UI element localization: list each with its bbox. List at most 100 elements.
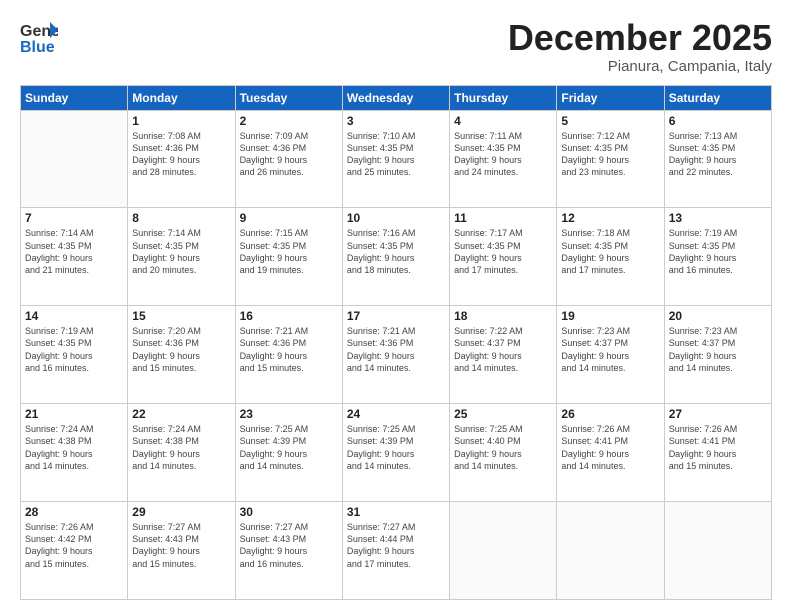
day-number: 19 [561, 309, 659, 323]
calendar-page: General Blue December 2025 Pianura, Camp… [0, 0, 792, 612]
day-number: 17 [347, 309, 445, 323]
day-number: 29 [132, 505, 230, 519]
day-number: 13 [669, 211, 767, 225]
day-info: Sunrise: 7:23 AM Sunset: 4:37 PM Dayligh… [669, 325, 767, 374]
svg-text:Blue: Blue [20, 39, 55, 56]
day-info: Sunrise: 7:10 AM Sunset: 4:35 PM Dayligh… [347, 130, 445, 179]
day-info: Sunrise: 7:25 AM Sunset: 4:39 PM Dayligh… [347, 423, 445, 472]
week-row-1: 7Sunrise: 7:14 AM Sunset: 4:35 PM Daylig… [21, 208, 772, 306]
day-info: Sunrise: 7:26 AM Sunset: 4:41 PM Dayligh… [561, 423, 659, 472]
weekday-header-tuesday: Tuesday [235, 85, 342, 110]
day-info: Sunrise: 7:20 AM Sunset: 4:36 PM Dayligh… [132, 325, 230, 374]
day-number: 28 [25, 505, 123, 519]
day-info: Sunrise: 7:14 AM Sunset: 4:35 PM Dayligh… [132, 227, 230, 276]
weekday-header-sunday: Sunday [21, 85, 128, 110]
calendar-cell: 15 Sunrise: 7:20 AM Sunset: 4:36 PM Dayli… [128, 306, 235, 404]
calendar-cell: 13 Sunrise: 7:19 AM Sunset: 4:35 PM Dayli… [664, 208, 771, 306]
day-number: 8 [132, 211, 230, 225]
day-info: Sunrise: 7:11 AM Sunset: 4:35 PM Dayligh… [454, 130, 552, 179]
calendar-cell: 19Sunrise: 7:23 AM Sunset: 4:37 PM Dayli… [557, 306, 664, 404]
calendar-cell: 25 Sunrise: 7:25 AM Sunset: 4:40 PM Dayli… [450, 404, 557, 502]
day-number: 1 [132, 114, 230, 128]
day-info: Sunrise: 7:08 AM Sunset: 4:36 PM Dayligh… [132, 130, 230, 179]
weekday-header-thursday: Thursday [450, 85, 557, 110]
day-number: 30 [240, 505, 338, 519]
day-number: 5 [561, 114, 659, 128]
day-number: 31 [347, 505, 445, 519]
day-info: Sunrise: 7:24 AM Sunset: 4:38 PM Dayligh… [132, 423, 230, 472]
calendar-cell: 5 Sunrise: 7:12 AM Sunset: 4:35 PM Daylig… [557, 110, 664, 208]
calendar-cell: 1 Sunrise: 7:08 AM Sunset: 4:36 PM Daylig… [128, 110, 235, 208]
calendar-cell: 26 Sunrise: 7:26 AM Sunset: 4:41 PM Dayli… [557, 404, 664, 502]
calendar-cell: 17 Sunrise: 7:21 AM Sunset: 4:36 PM Dayli… [342, 306, 449, 404]
day-info: Sunrise: 7:15 AM Sunset: 4:35 PM Dayligh… [240, 227, 338, 276]
calendar-cell: 2Sunrise: 7:09 AM Sunset: 4:36 PM Daylig… [235, 110, 342, 208]
day-number: 10 [347, 211, 445, 225]
calendar-cell: 30 Sunrise: 7:27 AM Sunset: 4:43 PM Dayli… [235, 502, 342, 600]
week-row-3: 21 Sunrise: 7:24 AM Sunset: 4:38 PM Dayli… [21, 404, 772, 502]
day-number: 16 [240, 309, 338, 323]
day-info: Sunrise: 7:19 AM Sunset: 4:35 PM Dayligh… [669, 227, 767, 276]
weekday-header-row: SundayMondayTuesdayWednesdayThursdayFrid… [21, 85, 772, 110]
day-info: Sunrise: 7:21 AM Sunset: 4:36 PM Dayligh… [240, 325, 338, 374]
day-number: 15 [132, 309, 230, 323]
week-row-4: 28Sunrise: 7:26 AM Sunset: 4:42 PM Dayli… [21, 502, 772, 600]
calendar-cell [557, 502, 664, 600]
calendar-cell: 11 Sunrise: 7:17 AM Sunset: 4:35 PM Dayli… [450, 208, 557, 306]
day-number: 14 [25, 309, 123, 323]
calendar-cell [21, 110, 128, 208]
day-number: 9 [240, 211, 338, 225]
day-info: Sunrise: 7:17 AM Sunset: 4:35 PM Dayligh… [454, 227, 552, 276]
logo: General Blue [20, 18, 58, 56]
day-number: 3 [347, 114, 445, 128]
calendar-cell [450, 502, 557, 600]
day-number: 25 [454, 407, 552, 421]
day-number: 12 [561, 211, 659, 225]
calendar-cell: 8 Sunrise: 7:14 AM Sunset: 4:35 PM Daylig… [128, 208, 235, 306]
day-info: Sunrise: 7:14 AM Sunset: 4:35 PM Dayligh… [25, 227, 123, 276]
day-number: 2 [240, 114, 338, 128]
calendar-cell: 6Sunrise: 7:13 AM Sunset: 4:35 PM Daylig… [664, 110, 771, 208]
weekday-header-friday: Friday [557, 85, 664, 110]
weekday-header-saturday: Saturday [664, 85, 771, 110]
day-info: Sunrise: 7:16 AM Sunset: 4:35 PM Dayligh… [347, 227, 445, 276]
day-number: 23 [240, 407, 338, 421]
calendar-cell: 21 Sunrise: 7:24 AM Sunset: 4:38 PM Dayli… [21, 404, 128, 502]
day-number: 21 [25, 407, 123, 421]
week-row-0: 1 Sunrise: 7:08 AM Sunset: 4:36 PM Daylig… [21, 110, 772, 208]
calendar-body: 1 Sunrise: 7:08 AM Sunset: 4:36 PM Daylig… [21, 110, 772, 599]
day-number: 20 [669, 309, 767, 323]
calendar-cell: 14Sunrise: 7:19 AM Sunset: 4:35 PM Dayli… [21, 306, 128, 404]
calendar-cell: 27Sunrise: 7:26 AM Sunset: 4:41 PM Dayli… [664, 404, 771, 502]
title-area: December 2025 Pianura, Campania, Italy [508, 18, 772, 75]
day-number: 11 [454, 211, 552, 225]
calendar-cell: 12Sunrise: 7:18 AM Sunset: 4:35 PM Dayli… [557, 208, 664, 306]
calendar-table: SundayMondayTuesdayWednesdayThursdayFrid… [20, 85, 772, 600]
day-number: 22 [132, 407, 230, 421]
calendar-cell: 24Sunrise: 7:25 AM Sunset: 4:39 PM Dayli… [342, 404, 449, 502]
week-row-2: 14Sunrise: 7:19 AM Sunset: 4:35 PM Dayli… [21, 306, 772, 404]
calendar-cell: 23 Sunrise: 7:25 AM Sunset: 4:39 PM Dayli… [235, 404, 342, 502]
day-number: 4 [454, 114, 552, 128]
calendar-cell: 29 Sunrise: 7:27 AM Sunset: 4:43 PM Dayli… [128, 502, 235, 600]
calendar-cell: 16 Sunrise: 7:21 AM Sunset: 4:36 PM Dayli… [235, 306, 342, 404]
day-info: Sunrise: 7:12 AM Sunset: 4:35 PM Dayligh… [561, 130, 659, 179]
day-number: 18 [454, 309, 552, 323]
location-title: Pianura, Campania, Italy [508, 58, 772, 75]
calendar-cell: 28Sunrise: 7:26 AM Sunset: 4:42 PM Dayli… [21, 502, 128, 600]
day-info: Sunrise: 7:24 AM Sunset: 4:38 PM Dayligh… [25, 423, 123, 472]
day-number: 26 [561, 407, 659, 421]
calendar-cell: 4 Sunrise: 7:11 AM Sunset: 4:35 PM Daylig… [450, 110, 557, 208]
day-info: Sunrise: 7:22 AM Sunset: 4:37 PM Dayligh… [454, 325, 552, 374]
day-info: Sunrise: 7:27 AM Sunset: 4:44 PM Dayligh… [347, 521, 445, 570]
day-info: Sunrise: 7:26 AM Sunset: 4:41 PM Dayligh… [669, 423, 767, 472]
day-info: Sunrise: 7:25 AM Sunset: 4:39 PM Dayligh… [240, 423, 338, 472]
weekday-header-monday: Monday [128, 85, 235, 110]
day-info: Sunrise: 7:21 AM Sunset: 4:36 PM Dayligh… [347, 325, 445, 374]
day-info: Sunrise: 7:27 AM Sunset: 4:43 PM Dayligh… [240, 521, 338, 570]
day-info: Sunrise: 7:25 AM Sunset: 4:40 PM Dayligh… [454, 423, 552, 472]
day-info: Sunrise: 7:13 AM Sunset: 4:35 PM Dayligh… [669, 130, 767, 179]
weekday-header-wednesday: Wednesday [342, 85, 449, 110]
day-info: Sunrise: 7:27 AM Sunset: 4:43 PM Dayligh… [132, 521, 230, 570]
header: General Blue December 2025 Pianura, Camp… [20, 18, 772, 75]
